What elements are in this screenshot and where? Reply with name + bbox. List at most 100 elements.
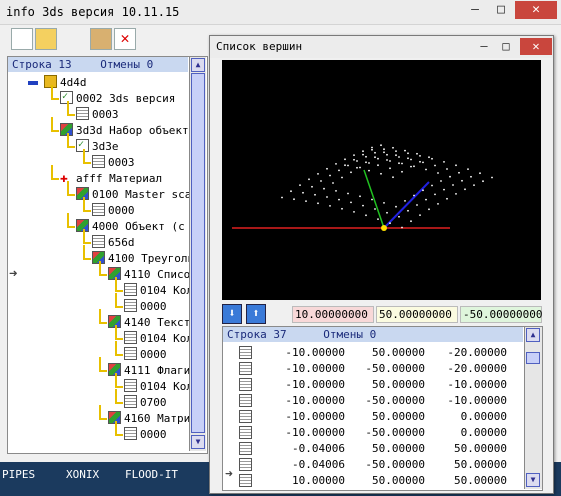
- maximize-button[interactable]: □: [488, 1, 514, 19]
- scroll-thumb[interactable]: [191, 73, 205, 433]
- vertex-scroll-down-icon[interactable]: ▼: [526, 473, 540, 487]
- vertex-row[interactable]: -10.00000 50.00000 -20.00000: [223, 345, 523, 361]
- vertex-maximize-button[interactable]: □: [496, 38, 516, 55]
- doc-icon: [76, 107, 89, 120]
- vertex-point: [371, 146, 373, 149]
- tree-scrollbar[interactable]: ▲ ▼: [189, 57, 206, 451]
- scroll-up-icon[interactable]: ▲: [191, 58, 205, 72]
- vertex-point: [383, 202, 385, 204]
- move-up-icon[interactable]: ⬆: [246, 304, 266, 324]
- tree-node[interactable]: 4000 Объект (с и: [76, 219, 198, 235]
- doc-icon: [124, 427, 137, 440]
- taskbar-item-xonix[interactable]: XONIX: [66, 468, 99, 481]
- tree-node[interactable]: 0104 Кол: [124, 283, 193, 299]
- vertex-point: [344, 158, 346, 161]
- tree-node-label: 0003: [92, 108, 119, 121]
- tree-node[interactable]: 0104 Кол: [124, 379, 193, 395]
- vertex-point: [281, 196, 283, 199]
- tree-node[interactable]: 0000: [124, 427, 167, 443]
- vertex-z-value: 50.00000: [454, 442, 507, 455]
- tree-node[interactable]: 0002 3ds версия: [60, 89, 175, 107]
- vertex-list-scrollbar[interactable]: ▲ ▼: [524, 327, 542, 489]
- vertex-row[interactable]: -0.04006 -50.00000 50.00000: [223, 457, 523, 473]
- tree-node[interactable]: 0100 Master scal: [76, 187, 198, 203]
- vertex-row[interactable]: -10.00000 50.00000 -10.00000: [223, 377, 523, 393]
- tree-node[interactable]: 4110 Списо: [108, 267, 190, 283]
- vertex-point: [470, 175, 472, 178]
- tree-node-label: afff Материал: [76, 172, 163, 185]
- vertex-doc-icon: [239, 362, 252, 375]
- vertex-point: [305, 200, 307, 203]
- vertex-row[interactable]: -0.04006 50.00000 50.00000: [223, 441, 523, 457]
- tree-node[interactable]: 4140 Текст: [108, 315, 190, 331]
- tree-node[interactable]: 656d: [92, 235, 135, 251]
- tree-node[interactable]: 0000: [124, 299, 167, 315]
- vertex-point: [425, 198, 427, 201]
- delete-icon[interactable]: ✕: [114, 28, 136, 50]
- vertex-x-value: -10.00000: [285, 346, 345, 359]
- vertex-point: [419, 214, 421, 217]
- tree-connector: [67, 101, 69, 115]
- vertex-point: [359, 166, 361, 169]
- close-button[interactable]: ✕: [515, 1, 557, 19]
- vertex-row[interactable]: 10.00000 50.00000 50.00000: [223, 473, 523, 489]
- tree-node[interactable]: 0003: [76, 107, 119, 123]
- vertex-close-button[interactable]: ✕: [520, 38, 552, 55]
- vertex-point: [365, 161, 367, 164]
- scroll-down-icon[interactable]: ▼: [191, 435, 205, 449]
- 3d-viewport[interactable]: [222, 60, 541, 300]
- vertex-scroll-up-icon[interactable]: ▲: [526, 328, 540, 342]
- tree-node[interactable]: 0003: [92, 155, 135, 171]
- tree-node-label: 3d3d Набор объекто: [76, 124, 196, 137]
- vertex-y-value: -50.00000: [365, 426, 425, 439]
- vertex-point: [416, 204, 418, 206]
- vertex-row[interactable]: -10.00000 -50.00000 -20.00000: [223, 361, 523, 377]
- tree-connector: [99, 309, 101, 323]
- vertex-minimize-button[interactable]: —: [474, 38, 494, 55]
- tree-node[interactable]: 0700: [124, 395, 167, 411]
- tree-node-label: 0000: [108, 204, 135, 217]
- vertex-point: [467, 168, 469, 170]
- vertex-point: [368, 169, 370, 172]
- vertex-list[interactable]: Строка 37 Отмены 0 -10.00000 50.00000 -20.…: [222, 326, 543, 491]
- vertex-point: [458, 171, 460, 174]
- vertex-x-value: -10.00000: [285, 426, 345, 439]
- tree-node-label: 0000: [140, 300, 167, 313]
- minimize-button[interactable]: —: [462, 1, 488, 19]
- tree-node[interactable]: 4111 Флаги: [108, 363, 190, 379]
- tree-node[interactable]: 4160 Матри: [108, 411, 190, 427]
- x-coordinate-field[interactable]: 10.00000000: [292, 306, 374, 323]
- vertex-point: [311, 185, 313, 188]
- z-coordinate-field[interactable]: -50.00000000: [460, 306, 542, 323]
- open-folder-icon[interactable]: [35, 28, 57, 50]
- tree-node[interactable]: ✚ afff Материал: [60, 171, 162, 187]
- chunk-tree[interactable]: Строка 13 Отмены 0 4d4d 0002 3ds версия 00…: [7, 56, 208, 454]
- vertex-row[interactable]: -10.00000 50.00000 0.00000: [223, 409, 523, 425]
- main-title-bar[interactable]: info 3ds версия 10.11.15 — □ ✕: [0, 0, 561, 25]
- vertex-point: [395, 205, 397, 208]
- vertex-point: [344, 164, 346, 167]
- vertex-point: [326, 196, 328, 198]
- vertex-point: [383, 148, 385, 151]
- tree-node[interactable]: 0104 Кол: [124, 331, 193, 347]
- vertex-title-bar[interactable]: Список вершин — □ ✕: [210, 36, 553, 58]
- vertex-row[interactable]: -10.00000 -50.00000 -10.00000: [223, 393, 523, 409]
- tree-node[interactable]: 0000: [92, 203, 135, 219]
- taskbar-item-pipes[interactable]: PIPES: [2, 468, 35, 481]
- tree-node[interactable]: 4100 Треуголь: [92, 251, 194, 267]
- vertex-point: [392, 176, 394, 179]
- save-icon[interactable]: [90, 28, 112, 50]
- tree-connector: [115, 290, 123, 292]
- tree-node[interactable]: 0000: [124, 347, 167, 363]
- vertex-row[interactable]: -10.00000 -50.00000 0.00000: [223, 425, 523, 441]
- move-down-icon[interactable]: ⬇: [222, 304, 242, 324]
- new-file-icon[interactable]: [11, 28, 33, 50]
- collapse-icon[interactable]: [28, 81, 38, 85]
- vertex-undo-counter: Отмены 0: [323, 328, 377, 341]
- taskbar-item-flood-it[interactable]: FLOOD-IT: [125, 468, 178, 481]
- vertex-point: [377, 218, 379, 221]
- y-coordinate-field[interactable]: 50.00000000: [376, 306, 458, 323]
- tree-connector: [51, 85, 53, 99]
- origin-marker: [381, 225, 387, 231]
- vertex-scroll-thumb[interactable]: [526, 352, 540, 364]
